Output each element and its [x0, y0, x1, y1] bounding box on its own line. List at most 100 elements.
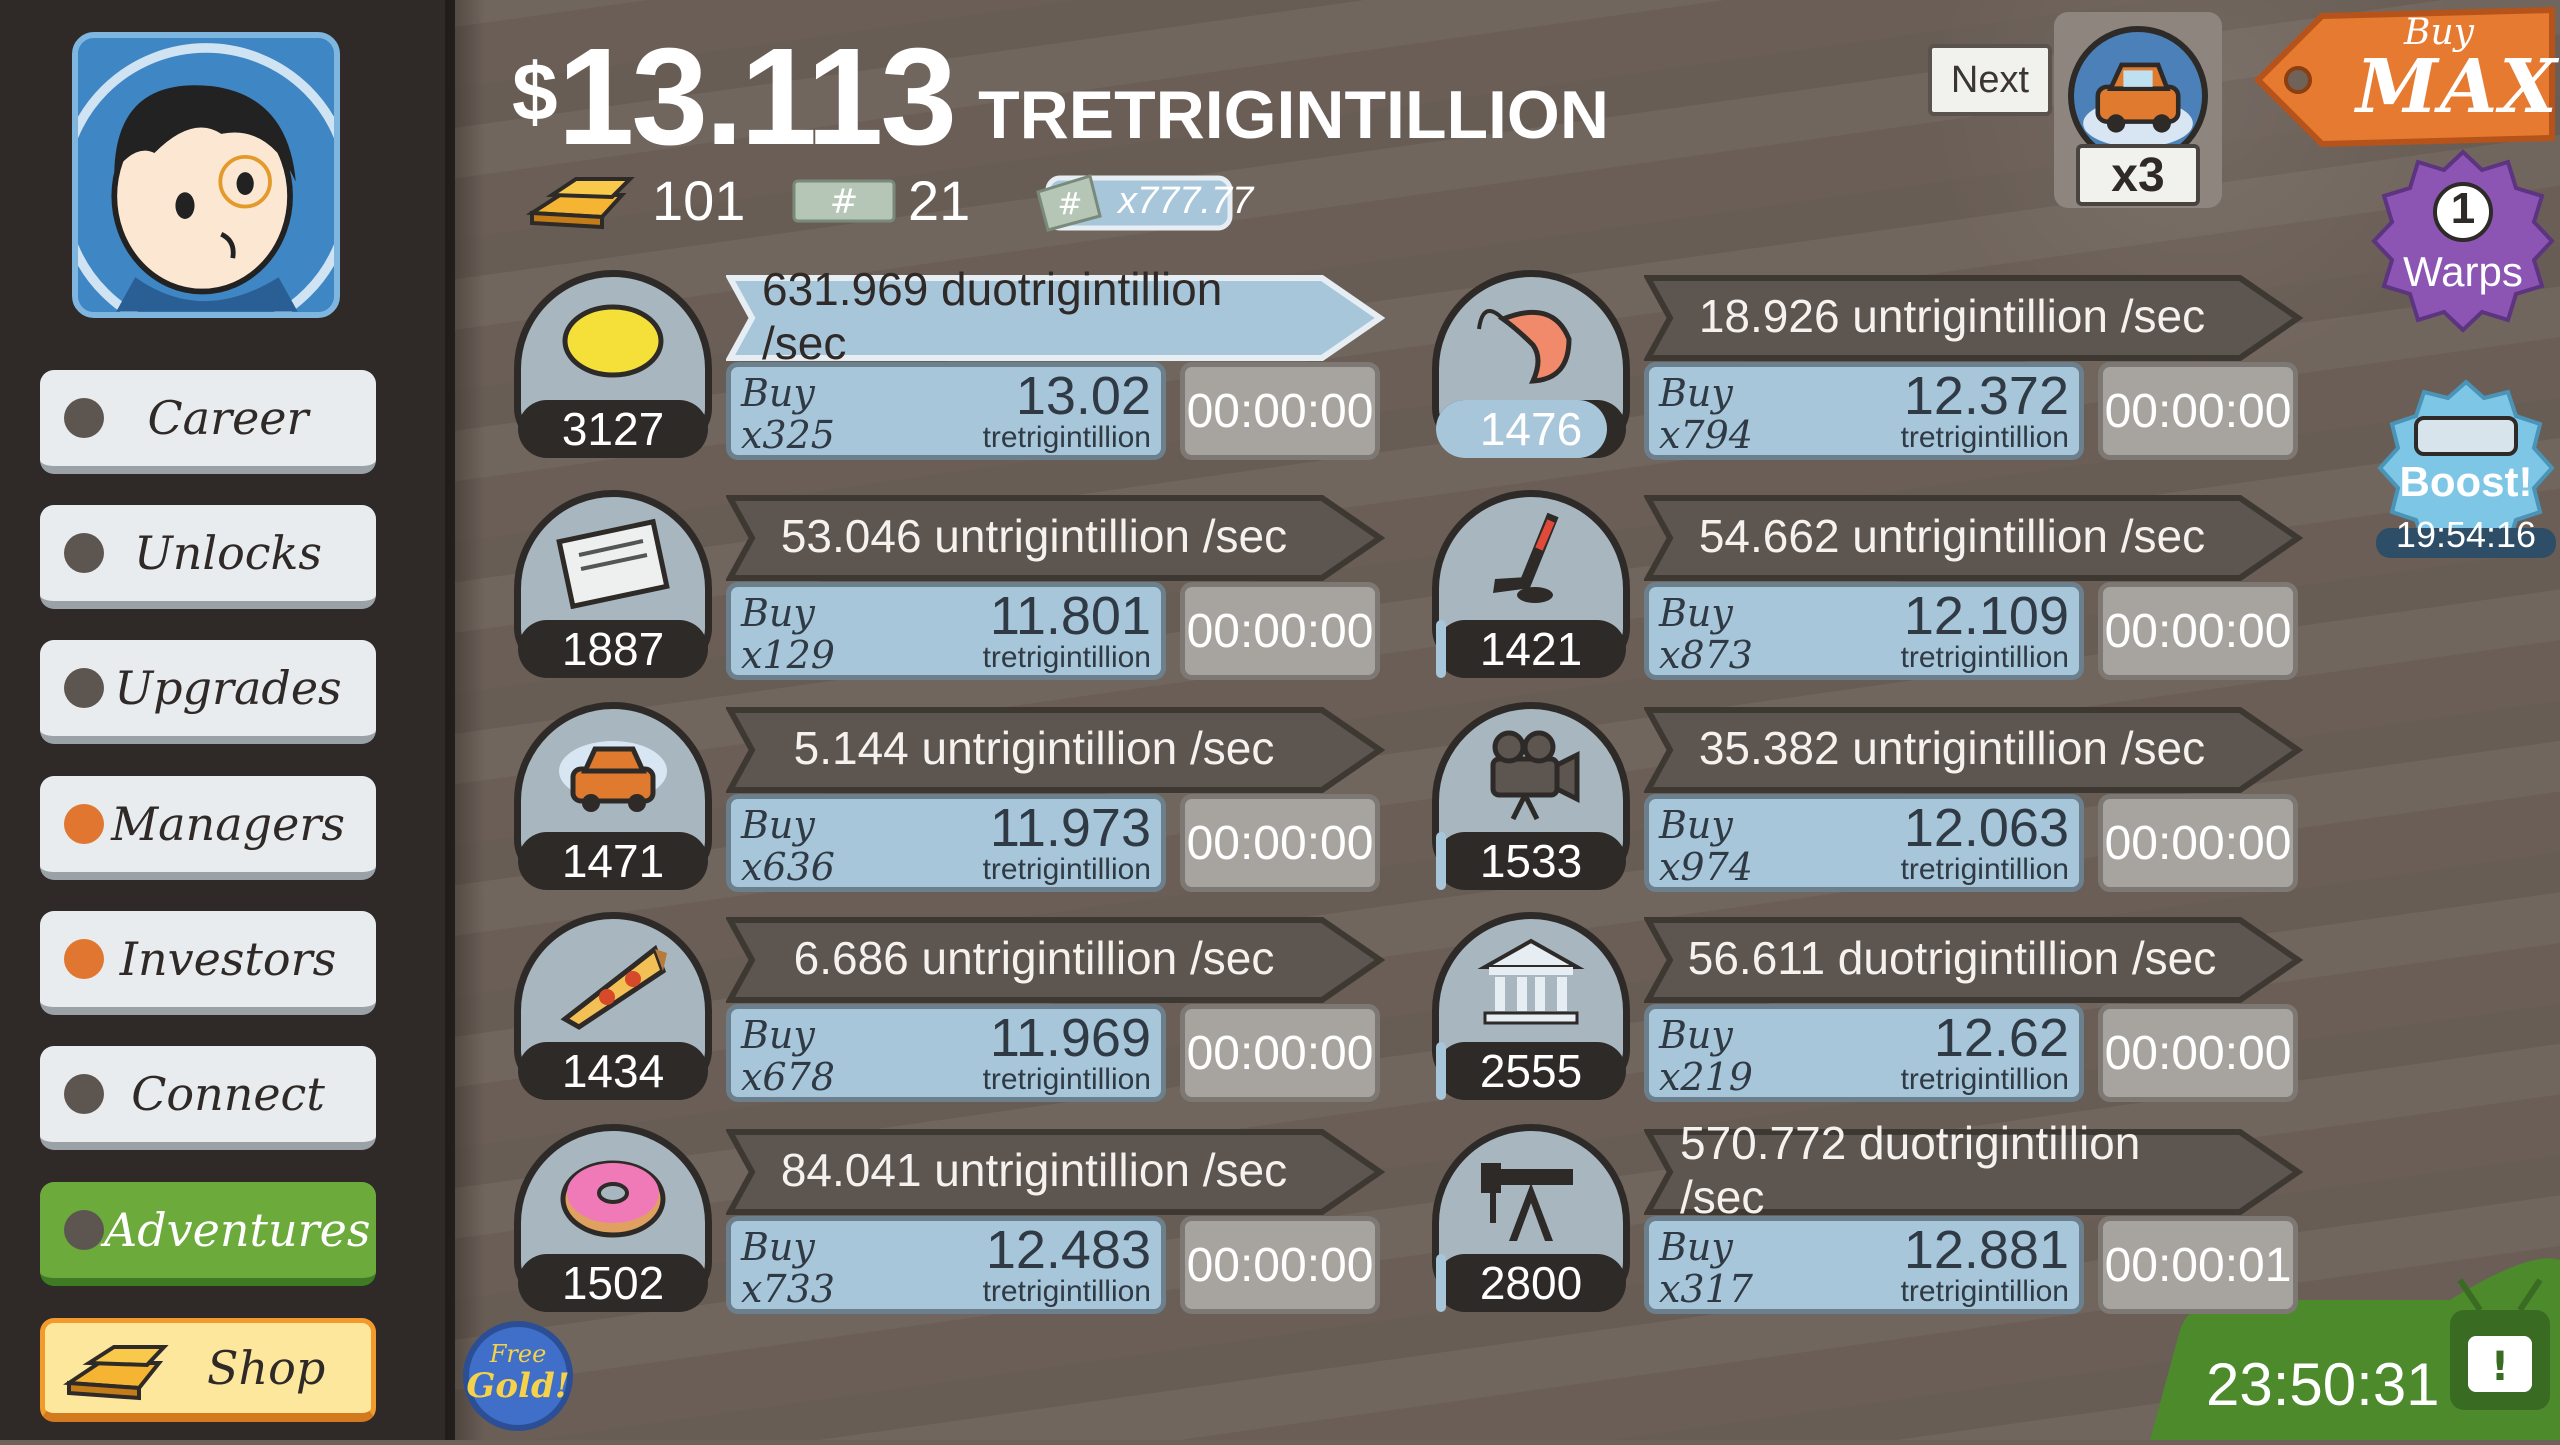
- buy-price-unit: tretrigintillion: [982, 1275, 1151, 1308]
- buy-price-unit: tretrigintillion: [1900, 421, 2069, 454]
- cycle-timer: 00:00:00: [2098, 794, 2298, 892]
- buy-price: 13.02: [1015, 366, 1151, 426]
- business-row: 3127 631.969 duotrigintillion /sec Buy x…: [514, 263, 1454, 470]
- revenue-rate-label: 570.772 duotrigintillion /sec: [1680, 1117, 2141, 1223]
- owned-progress-fill: [1436, 620, 1446, 678]
- revenue-rate-label: 6.686 untrigintillion /sec: [793, 932, 1275, 984]
- owned-count-label: 2800: [1479, 1257, 1583, 1309]
- career-button[interactable]: Career: [40, 370, 376, 474]
- owned-count: 1471: [518, 832, 708, 890]
- buy-price: 11.969: [989, 1008, 1151, 1068]
- buy-price-unit: tretrigintillion: [982, 641, 1151, 674]
- revenue-rate: 56.611 duotrigintillion /sec: [1644, 916, 2304, 1004]
- buy-max-button[interactable]: Buy MAX: [2252, 6, 2558, 154]
- revenue-rate: 631.969 duotrigintillion /sec: [726, 263, 1386, 369]
- cycle-timer: 00:00:00: [1180, 1004, 1380, 1102]
- boost-timer: 19:54:16: [2395, 514, 2537, 555]
- buy-price-unit: tretrigintillion: [1900, 641, 2069, 674]
- buy-price-unit: tretrigintillion: [982, 853, 1151, 886]
- cycle-timer: 00:00:00: [1180, 582, 1380, 680]
- buy-price: 12.372: [1903, 366, 2069, 426]
- player-avatar[interactable]: [72, 32, 340, 318]
- cycle-timer: 00:00:00: [1180, 362, 1380, 460]
- buy-button[interactable]: Buy x678 11.969 tretrigintillion: [726, 1004, 1166, 1102]
- revenue-rate-label: 35.382 untrigintillion /sec: [1698, 722, 2206, 774]
- shop-button[interactable]: Shop: [40, 1318, 376, 1422]
- upgrades-label: Upgrades: [114, 661, 342, 715]
- buy-button[interactable]: Buy x317 12.881 tretrigintillion: [1644, 1216, 2084, 1314]
- owned-count-label: 1434: [561, 1045, 665, 1097]
- next-unlock-card[interactable]: x3: [2054, 12, 2222, 208]
- buy-button[interactable]: Buy x873 12.109 tretrigintillion: [1644, 582, 2084, 680]
- buy-price: 12.109: [1903, 586, 2069, 646]
- boost-button[interactable]: Boost! 19:54:16: [2376, 378, 2556, 558]
- cycle-timer: 00:00:00: [1180, 794, 1380, 892]
- shop-label: Shop: [207, 1341, 326, 1395]
- movie-camera-icon: [1490, 730, 1580, 821]
- next-button[interactable]: Next: [1928, 44, 2052, 116]
- free-gold-line1: Free: [489, 1340, 547, 1368]
- owned-count-label: 1421: [1479, 623, 1583, 675]
- buy-price: 12.881: [1903, 1220, 2069, 1280]
- revenue-rate: 6.686 untrigintillion /sec: [726, 916, 1386, 1004]
- unlocks-indicator: [64, 533, 104, 573]
- adventures-label: Adventures: [104, 1203, 371, 1257]
- buy-price-unit: tretrigintillion: [1900, 853, 2069, 886]
- buy-quantity: x129: [741, 633, 835, 677]
- gold-stat: 101: [526, 168, 745, 233]
- gold-bars-icon: [63, 1345, 169, 1401]
- revenue-rate-label: 18.926 untrigintillion /sec: [1698, 290, 2206, 342]
- managers-label: Managers: [111, 797, 345, 851]
- buy-button[interactable]: Buy x794 12.372 tretrigintillion: [1644, 362, 2084, 460]
- buy-button[interactable]: Buy x129 11.801 tretrigintillion: [726, 582, 1166, 680]
- connect-button[interactable]: Connect: [40, 1046, 376, 1150]
- unlocks-button[interactable]: Unlocks: [40, 505, 376, 609]
- owned-count: 1533: [1436, 832, 1626, 890]
- buy-price-unit: tretrigintillion: [1900, 1275, 2069, 1308]
- unlocks-label: Unlocks: [133, 526, 323, 580]
- multiplier-label: x777.77: [1118, 180, 1254, 222]
- boost-label: Boost!: [2399, 458, 2533, 505]
- owned-count-label: 1887: [561, 623, 665, 675]
- buy-price: 11.973: [989, 798, 1151, 858]
- buy-button[interactable]: Buy x219 12.62 tretrigintillion: [1644, 1004, 2084, 1102]
- investors-button[interactable]: Investors: [40, 911, 376, 1015]
- career-indicator: [64, 398, 104, 438]
- revenue-rate: 84.041 untrigintillion /sec: [726, 1128, 1386, 1216]
- buy-button[interactable]: Buy x636 11.973 tretrigintillion: [726, 794, 1166, 892]
- upgrades-button[interactable]: Upgrades: [40, 640, 376, 744]
- buy-quantity: x733: [741, 1267, 835, 1311]
- multiplier-ticket[interactable]: # x777.77: [1034, 172, 1253, 234]
- adventures-button[interactable]: Adventures: [40, 1182, 376, 1286]
- buy-price: 11.801: [989, 586, 1151, 646]
- buy-button[interactable]: Buy x325 13.02 tretrigintillion: [726, 362, 1166, 460]
- cycle-timer: 00:00:00: [2098, 582, 2298, 680]
- buy-quantity: x317: [1659, 1267, 1753, 1311]
- managers-button[interactable]: Managers: [40, 776, 376, 880]
- lemon-icon: [562, 304, 664, 378]
- buy-label: Buy: [741, 591, 815, 635]
- investors-label: Investors: [119, 932, 337, 986]
- free-gold-button[interactable]: Free Gold!: [462, 1320, 574, 1432]
- business-row: 2800 570.772 duotrigintillion /sec Buy x…: [1432, 1117, 2372, 1324]
- warps-button[interactable]: 1 Warps: [2370, 148, 2556, 334]
- revenue-rate: 35.382 untrigintillion /sec: [1644, 706, 2304, 794]
- buy-button[interactable]: Buy x733 12.483 tretrigintillion: [726, 1216, 1166, 1314]
- business-row: 1471 5.144 untrigintillion /sec Buy x636…: [514, 702, 1454, 902]
- warps-count: 1: [2450, 184, 2476, 233]
- svg-text:#: #: [830, 182, 859, 222]
- buy-quantity: x678: [741, 1055, 835, 1099]
- buy-quantity: x636: [741, 845, 835, 889]
- donut-icon: [560, 1160, 666, 1238]
- buy-quantity: x219: [1659, 1055, 1753, 1099]
- buy-price-unit: tretrigintillion: [1900, 1063, 2069, 1096]
- svg-text:#: #: [1057, 187, 1082, 222]
- upgrades-indicator: [64, 668, 104, 708]
- car-wash-icon: [559, 741, 667, 812]
- revenue-rate-label: 53.046 untrigintillion /sec: [780, 510, 1288, 562]
- revenue-rate-label: 54.662 untrigintillion /sec: [1698, 510, 2206, 562]
- business-row: 1887 53.046 untrigintillion /sec Buy x12…: [514, 490, 1454, 690]
- buy-button[interactable]: Buy x974 12.063 tretrigintillion: [1644, 794, 2084, 892]
- max-label: MAX: [2356, 44, 2559, 130]
- managers-indicator: [64, 804, 104, 844]
